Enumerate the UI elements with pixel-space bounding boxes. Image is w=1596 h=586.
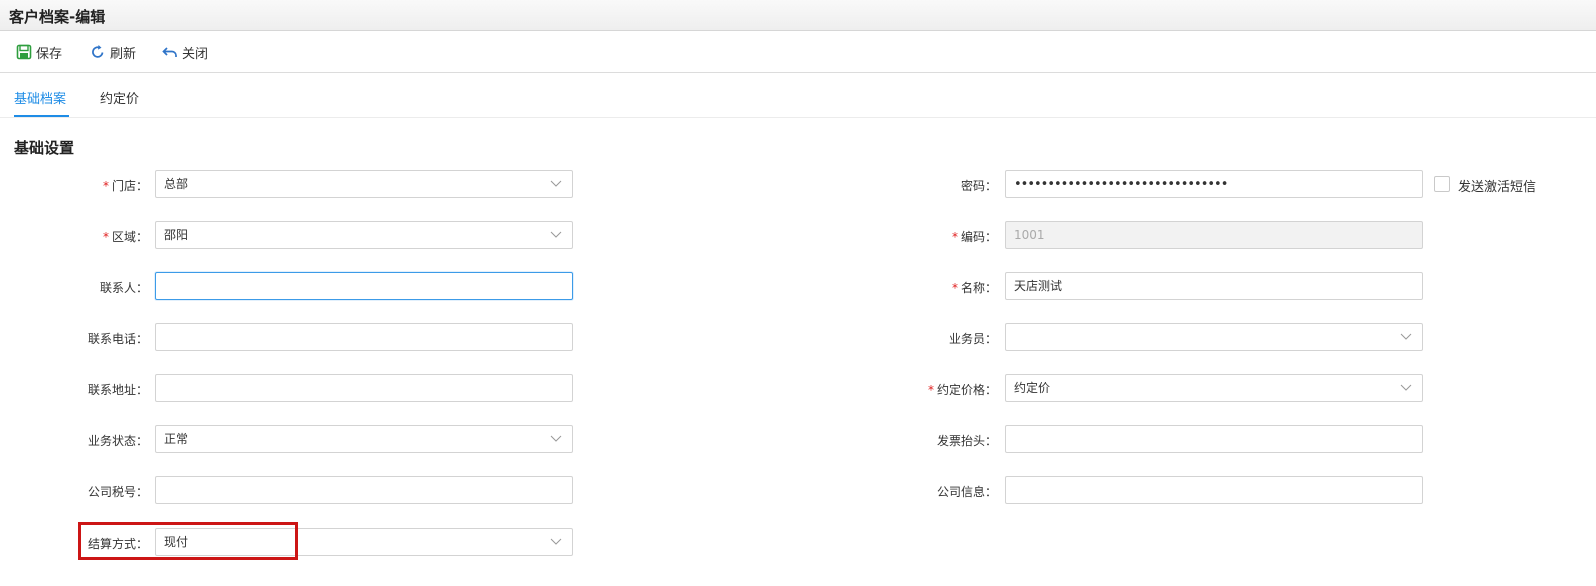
close-button-label: 关闭 — [182, 46, 209, 62]
settlement-select-value: 现付 — [164, 535, 189, 549]
required-mark: * — [927, 383, 934, 397]
tab-bar: 基础档案 约定价 — [0, 73, 1596, 118]
chevron-down-icon — [550, 435, 562, 442]
settlement-label: 结算方式： — [87, 537, 148, 551]
tab-basic-profile[interactable]: 基础档案 — [14, 88, 66, 107]
phone-input[interactable] — [155, 323, 573, 351]
close-button[interactable]: 关闭 — [162, 41, 208, 63]
company-info-input[interactable] — [1005, 476, 1423, 504]
store-label: * 门店： — [102, 179, 148, 193]
address-label: 联系地址： — [87, 383, 148, 397]
password-label: 密码： — [960, 179, 997, 193]
company-info-label: 公司信息： — [936, 485, 997, 499]
code-input: 1001 — [1005, 221, 1423, 249]
chevron-down-icon — [550, 538, 562, 545]
code-label: * 编码： — [951, 230, 997, 244]
refresh-icon — [92, 45, 104, 58]
send-activation-sms-checkbox[interactable] — [1434, 176, 1450, 192]
refresh-button[interactable]: 刷新 — [90, 41, 136, 63]
required-mark: * — [951, 230, 958, 244]
business-status-select[interactable]: 正常 — [155, 425, 573, 453]
invoice-title-input[interactable] — [1005, 425, 1423, 453]
chevron-down-icon — [550, 180, 562, 187]
password-input-value: •••••••••••••••••••••••••••••••• — [1014, 177, 1228, 192]
contact-label: 联系人： — [99, 281, 148, 295]
store-select[interactable]: 总部 — [155, 170, 573, 198]
active-tab-indicator — [14, 115, 69, 117]
refresh-button-label: 刷新 — [110, 46, 137, 62]
required-mark: * — [951, 281, 958, 295]
phone-label: 联系电话： — [87, 332, 148, 346]
tax-no-input[interactable] — [155, 476, 573, 504]
name-input-value: 天店测试 — [1014, 279, 1063, 293]
save-button[interactable]: 保存 — [16, 41, 62, 63]
send-activation-sms-label: 发送激活短信 — [1458, 180, 1537, 195]
required-mark: * — [102, 230, 109, 244]
chevron-down-icon — [550, 231, 562, 238]
required-mark: * — [102, 179, 109, 193]
contact-input[interactable] — [155, 272, 573, 300]
tax-no-label: 公司税号： — [87, 485, 148, 499]
region-select[interactable]: 邵阳 — [155, 221, 573, 249]
undo-icon — [162, 47, 177, 57]
window-title: 客户档案-编辑 — [9, 8, 106, 26]
toolbar: 保存 刷新 关闭 — [0, 31, 1596, 73]
invoice-title-label: 发票抬头： — [936, 434, 997, 448]
section-title: 基础设置 — [14, 139, 75, 157]
salesman-select[interactable] — [1005, 323, 1423, 351]
save-icon — [16, 44, 32, 60]
price-type-label: * 约定价格： — [927, 383, 997, 397]
business-status-value: 正常 — [164, 432, 189, 446]
chevron-down-icon — [1400, 333, 1412, 340]
password-input[interactable]: •••••••••••••••••••••••••••••••• — [1005, 170, 1423, 198]
region-label: * 区域： — [102, 230, 148, 244]
settlement-select[interactable]: 现付 — [155, 528, 573, 556]
salesman-label: 业务员： — [948, 332, 997, 346]
price-type-select-value: 约定价 — [1014, 381, 1051, 395]
name-label: * 名称： — [951, 281, 997, 295]
price-type-select[interactable]: 约定价 — [1005, 374, 1423, 402]
business-status-label: 业务状态： — [87, 434, 148, 448]
address-input[interactable] — [155, 374, 573, 402]
store-select-value: 总部 — [164, 177, 189, 191]
code-input-value: 1001 — [1014, 228, 1045, 242]
region-select-value: 邵阳 — [164, 228, 189, 242]
chevron-down-icon — [1400, 384, 1412, 391]
tab-agreed-price[interactable]: 约定价 — [100, 88, 139, 107]
save-button-label: 保存 — [36, 46, 63, 62]
window-titlebar: 客户档案-编辑 — [0, 0, 1596, 31]
name-input[interactable]: 天店测试 — [1005, 272, 1423, 300]
